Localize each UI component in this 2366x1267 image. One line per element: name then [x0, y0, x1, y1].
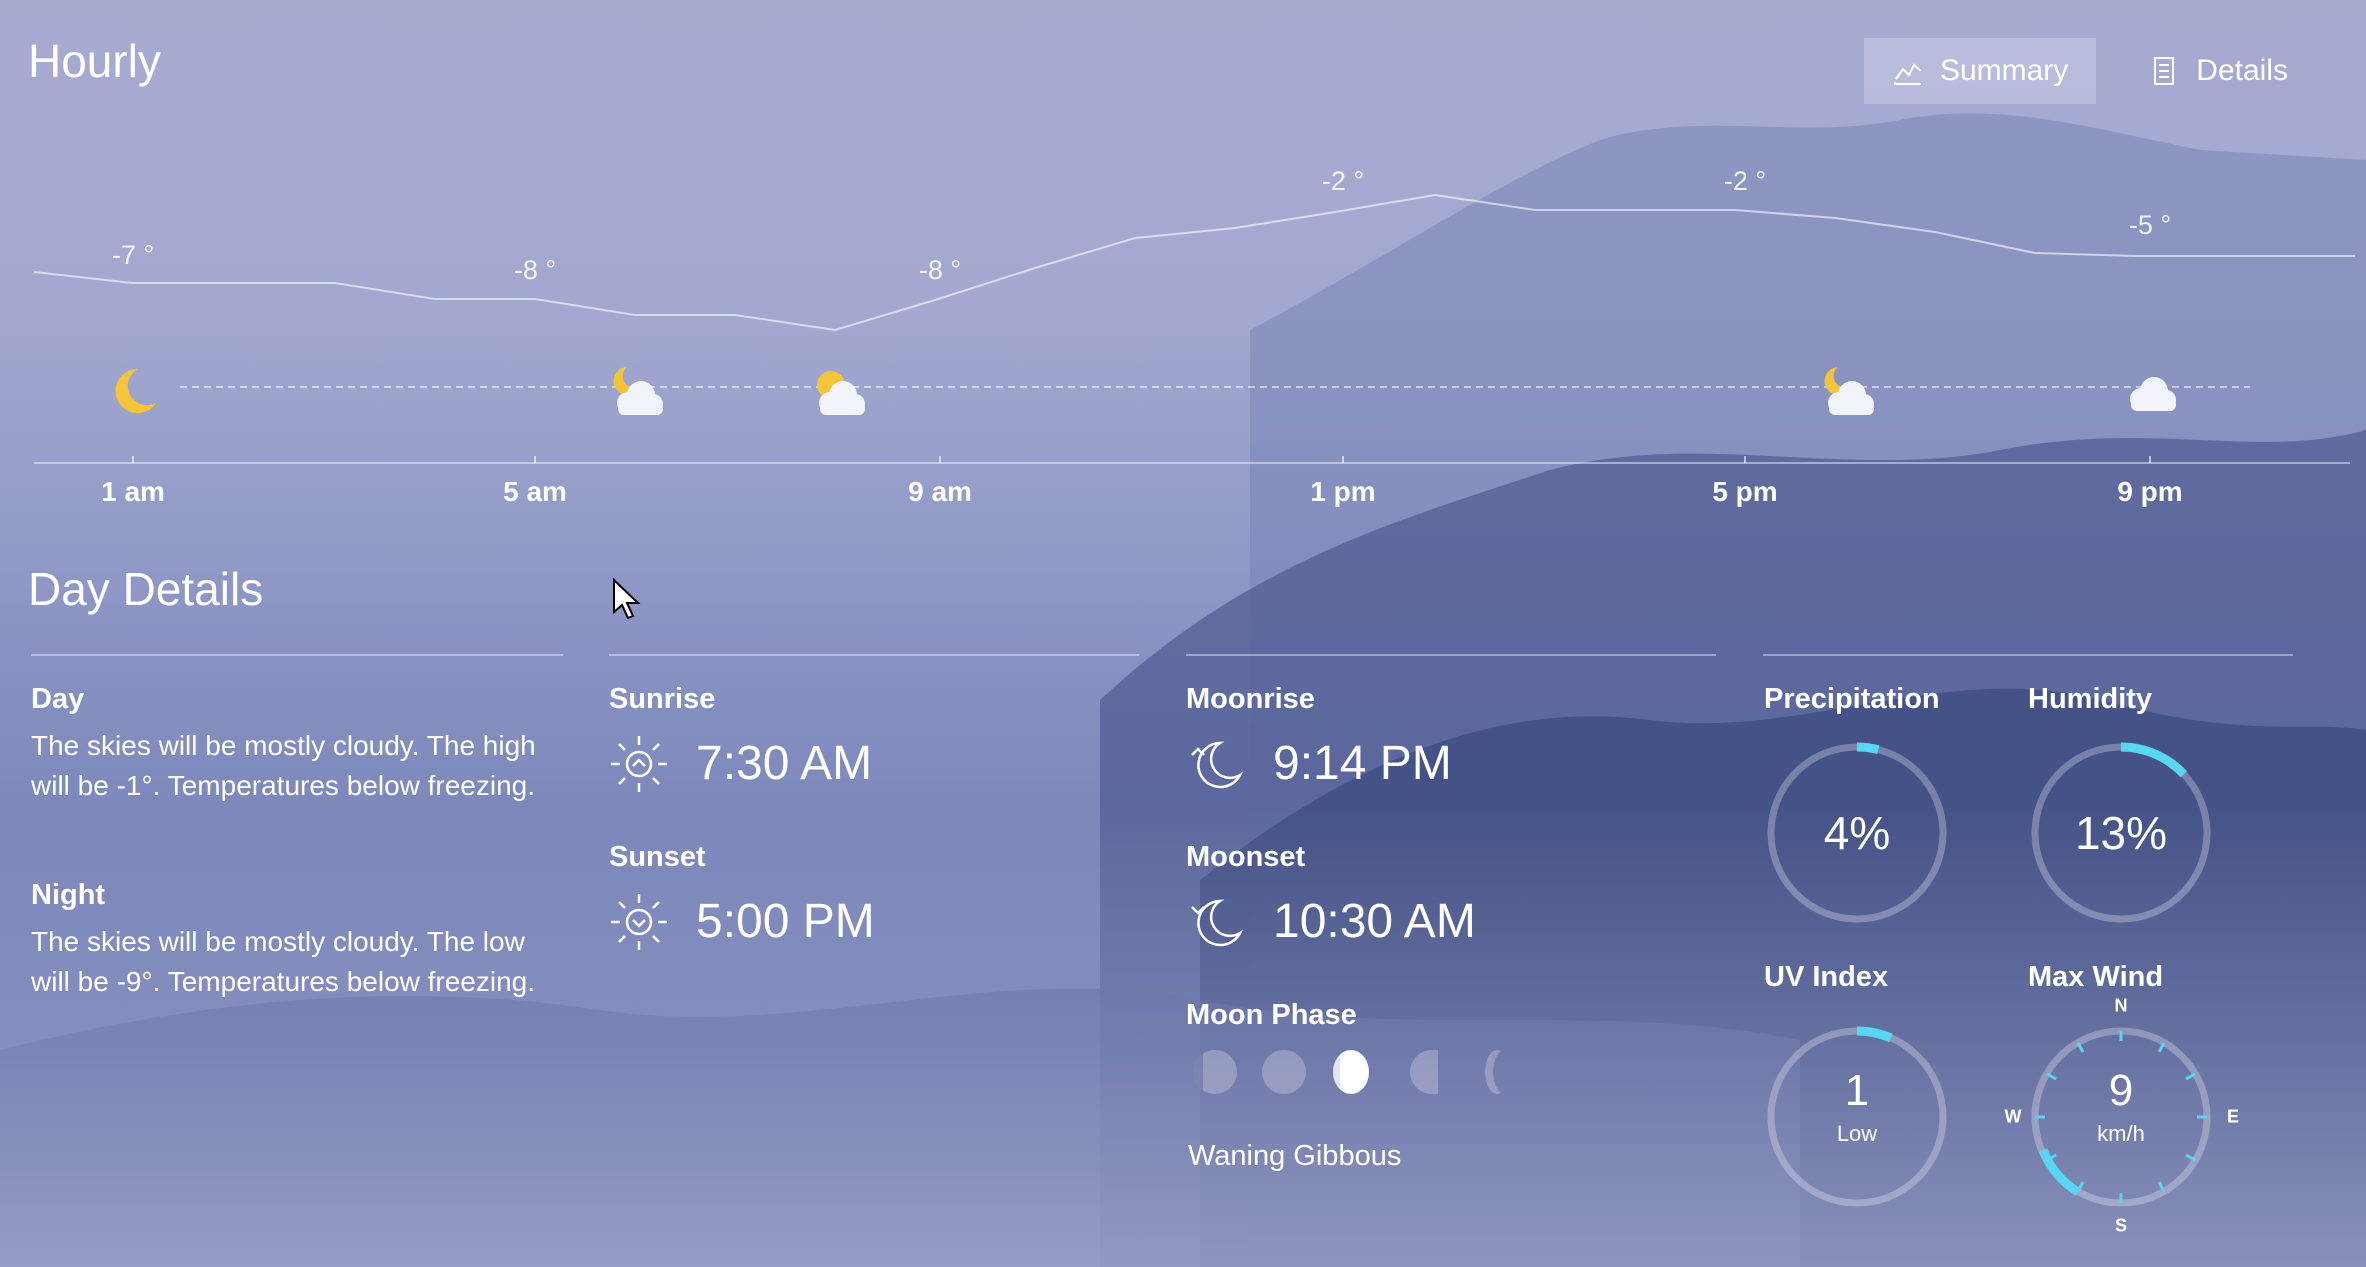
max-wind-unit: km/h	[2097, 1121, 2145, 1146]
uv-ring-track	[1767, 1027, 1947, 1207]
compass-north: N	[2114, 995, 2128, 1016]
humidity-value: 13%	[2074, 807, 2168, 859]
compass-west: W	[2004, 1106, 2022, 1127]
precipitation-value: 4%	[1823, 807, 1891, 859]
uv-ring-fill	[1856, 1026, 1893, 1043]
compass-east: E	[2226, 1106, 2240, 1127]
max-wind-value: 9	[2108, 1066, 2134, 1115]
uv-index-description: Low	[1836, 1121, 1878, 1146]
mouse-cursor-icon	[613, 578, 641, 620]
compass-south: S	[2114, 1215, 2128, 1236]
wind-direction-arc	[2038, 1148, 2081, 1196]
uv-index-value: 1	[1844, 1066, 1870, 1115]
gauges-layer	[1766, 742, 2212, 1207]
